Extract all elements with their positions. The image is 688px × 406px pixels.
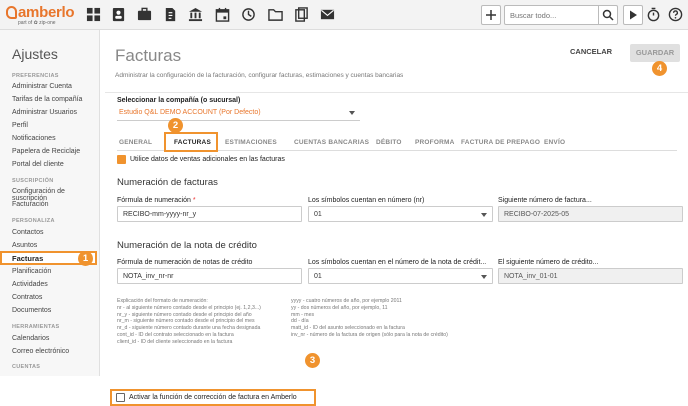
play-button[interactable]	[623, 5, 643, 25]
sidebar-section-label: HERRAMIENTAS	[12, 324, 60, 330]
sidebar-item-notificaciones[interactable]: Notificaciones	[12, 135, 56, 142]
next-number-field: RECIBO-07-2025-05	[498, 206, 683, 222]
search-input[interactable]	[504, 5, 599, 25]
numbering-help-left: Explicación del formato de numeración: n…	[117, 298, 261, 345]
step-marker-1: 1	[78, 251, 93, 266]
company-select[interactable]: Estudio Q&L DEMO ACCOUNT (Por Defecto)	[117, 105, 360, 121]
digits-select[interactable]: 01	[308, 206, 493, 222]
dashboard-icon[interactable]	[86, 7, 101, 22]
add-icon	[486, 10, 496, 20]
sidebar-title: Ajustes	[12, 46, 58, 62]
files-icon[interactable]	[294, 7, 309, 22]
company-label: Seleccionar la compañía (o sucursal)	[117, 97, 241, 104]
history-icon[interactable]	[241, 7, 256, 22]
page-title: Facturas	[115, 46, 182, 65]
tab-proforma[interactable]: PROFORMA	[415, 139, 455, 146]
correction-checkbox[interactable]	[116, 393, 125, 402]
sidebar-item-tarifas[interactable]: Tarifas de la compañía	[12, 96, 82, 103]
brand-name: amberlo	[18, 4, 75, 21]
step-marker-2: 2	[168, 118, 183, 133]
brand-subtitle: part of ✿ zip-one	[18, 20, 56, 26]
sidebar-item-label: Facturas	[12, 254, 44, 263]
add-button[interactable]	[481, 5, 501, 25]
sidebar-item-correo[interactable]: Correo electrónico	[12, 348, 69, 355]
credit-formula-input[interactable]: NOTA_inv_nr-nr	[117, 268, 302, 284]
correction-label: Activar la función de corrección de fact…	[129, 394, 297, 401]
tab-envio[interactable]: ENVÍO	[544, 139, 565, 146]
sidebar-item-administrar-cuenta[interactable]: Administrar Cuenta	[12, 83, 72, 90]
contacts-icon[interactable]	[111, 7, 126, 22]
tab-factura-prepago[interactable]: FACTURA DE PREPAGO	[461, 139, 540, 146]
sidebar-item-calendarios[interactable]: Calendarios	[12, 335, 49, 342]
sidebar-item-documentos[interactable]: Documentos	[12, 307, 51, 314]
tab-estimaciones[interactable]: ESTIMACIONES	[225, 139, 277, 146]
sidebar-item-planificacion[interactable]: Planificación	[12, 268, 51, 275]
sidebar-item-facturacion[interactable]: Facturación	[12, 201, 49, 208]
documents-icon[interactable]	[163, 7, 178, 22]
sidebar-item-perfil[interactable]: Perfil	[12, 122, 28, 129]
tab-bar: GENERAL FACTURAS ESTIMACIONES CUENTAS BA…	[117, 132, 677, 152]
next-number-label: Siguiente número de factura...	[498, 197, 592, 204]
credit-formula-label: Fórmula de numeración de notas de crédit…	[117, 259, 253, 266]
cancel-button[interactable]: CANCELAR	[570, 47, 612, 56]
bank-icon[interactable]	[188, 7, 203, 22]
timer-icon[interactable]	[646, 7, 661, 22]
sidebar-item-asuntos[interactable]: Asuntos	[12, 242, 37, 249]
use-sales-data-checkbox[interactable]	[117, 155, 126, 164]
credit-note-heading: Numeración de la nota de crédito	[117, 240, 257, 251]
formula-input[interactable]: RECIBO-mm-yyyy-nr_y	[117, 206, 302, 222]
sidebar-section-label: PREFERENCIAS	[12, 73, 59, 79]
top-bar: amberlo part of ✿ zip-one	[0, 0, 688, 30]
sidebar-item-contactos[interactable]: Contactos	[12, 229, 44, 236]
use-sales-data-label: Utilice datos de ventas adicionales en l…	[130, 156, 285, 163]
tab-cuentas-bancarias[interactable]: CUENTAS BANCARIAS	[294, 139, 369, 146]
tab-highlight-box	[164, 132, 218, 152]
folder-icon[interactable]	[268, 7, 283, 22]
step-marker-3: 3	[305, 353, 320, 368]
page-subtitle: Administrar la configuración de la factu…	[115, 72, 404, 79]
digits-label: Los símbolos cuentan en número (nr)	[308, 197, 425, 204]
sidebar-item-portal[interactable]: Portal del cliente	[12, 161, 64, 168]
settings-panel: Seleccionar la compañía (o sucursal) Est…	[105, 92, 688, 406]
settings-sidebar: Ajustes PREFERENCIAS Administrar Cuenta …	[0, 30, 100, 376]
numbering-help-right: yyyy - cuatro números de año, por ejempl…	[291, 298, 448, 338]
calendar-icon[interactable]	[215, 7, 230, 22]
sidebar-section-label: CUENTAS	[12, 364, 41, 370]
credit-digits-label: Los símbolos cuentan en el número de la …	[308, 259, 487, 266]
sidebar-item-contratos[interactable]: Contratos	[12, 294, 42, 301]
sidebar-section-label: PERSONALIZA	[12, 218, 55, 224]
step-marker-4: 4	[652, 61, 667, 76]
sidebar-section-label: SUSCRIPCIÓN	[12, 178, 54, 184]
play-icon	[630, 10, 637, 20]
save-button[interactable]: GUARDAR	[630, 44, 680, 62]
invoice-numbering-heading: Numeración de facturas	[117, 177, 218, 188]
amberlo-logo[interactable]: amberlo part of ✿ zip-one	[6, 3, 76, 27]
credit-digits-select[interactable]: 01	[308, 268, 493, 284]
help-icon[interactable]	[668, 7, 683, 22]
logo-mark-icon	[6, 6, 17, 19]
sidebar-item-actividades[interactable]: Actividades	[12, 281, 48, 288]
search-icon	[602, 9, 614, 21]
sidebar-item-usuarios[interactable]: Administrar Usuarios	[12, 109, 77, 116]
credit-next-field: NOTA_inv_01-01	[498, 268, 683, 284]
tab-debito[interactable]: DÉBITO	[376, 139, 402, 146]
sidebar-item-papelera[interactable]: Papelera de Reciclaje	[12, 148, 80, 155]
formula-label: Fórmula de numeración *	[117, 197, 196, 204]
main-content: Facturas Administrar la configuración de…	[100, 30, 688, 406]
matters-icon[interactable]	[137, 7, 152, 22]
mail-icon[interactable]	[320, 7, 335, 22]
sidebar-item-config-suscripcion[interactable]: Configuración de suscripción	[12, 188, 99, 202]
credit-next-label: El siguiente número de crédito...	[498, 259, 599, 266]
tab-general[interactable]: GENERAL	[119, 139, 152, 146]
search-button[interactable]	[598, 5, 618, 25]
